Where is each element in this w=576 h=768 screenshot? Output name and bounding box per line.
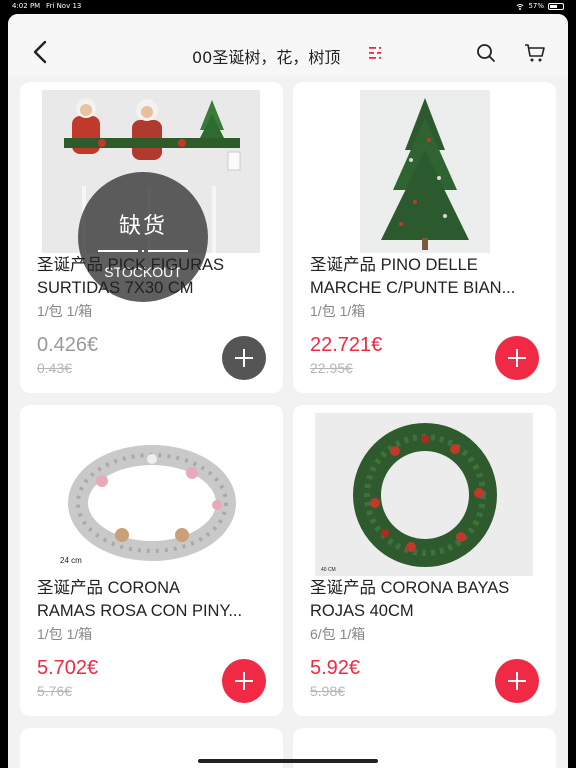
add-to-cart-button[interactable] [495, 659, 539, 703]
status-right: 57% [515, 0, 564, 12]
chevron-left-icon [33, 40, 47, 64]
product-sheet: 00圣诞树，花，树顶 缺货 STOCKOUT 圣诞产品 PICK FIGURAS… [8, 14, 568, 768]
product-card[interactable]: 24 cm 圣诞产品 CORONA RAMAS ROSA CON PINY...… [20, 405, 283, 716]
product-title: 圣诞产品 PICK FIGURAS SURTIDAS 7X30 CM [37, 256, 225, 297]
battery-percent: 57% [528, 2, 544, 10]
product-card[interactable]: 40 CM 圣诞产品 CORONA BAYAS ROJAS 40CM 6/包 1… [293, 405, 556, 716]
product-card[interactable]: 圣诞产品 PINO DELLE MARCHE C/PUNTE BIAN... 1… [293, 82, 556, 393]
product-title: 圣诞产品 CORONA RAMAS ROSA CON PINY... [37, 579, 243, 620]
product-title: 圣诞产品 CORONA BAYAS ROJAS 40CM [310, 579, 510, 620]
product-price: 5.92€ [310, 657, 361, 679]
product-old-price: 22.95€ [310, 360, 353, 376]
status-time: 4:02 PM [12, 2, 41, 10]
category-menu-button[interactable] [368, 45, 384, 61]
search-icon [477, 44, 495, 62]
product-image: 24 cm [42, 413, 260, 576]
add-to-cart-button[interactable] [222, 659, 266, 703]
add-to-cart-button[interactable] [222, 336, 266, 380]
status-date: Fri Nov 13 [46, 2, 82, 10]
home-indicator [198, 759, 378, 763]
cart-icon [525, 44, 545, 62]
product-image: 40 CM [315, 413, 533, 576]
search-button[interactable] [476, 43, 496, 63]
cart-button[interactable] [524, 43, 546, 63]
status-bar: 4:02 PM Fri Nov 13 57% [0, 0, 576, 12]
page-title: 00圣诞树，花，树顶 [192, 48, 341, 67]
product-title: 圣诞产品 PINO DELLE MARCHE C/PUNTE BIAN... [310, 256, 516, 297]
product-pack: 6/包 1/箱 [310, 626, 366, 642]
back-button[interactable] [30, 38, 50, 66]
product-pack: 1/包 1/箱 [310, 303, 366, 319]
battery-icon [548, 2, 564, 10]
product-old-price: 5.98€ [310, 683, 346, 699]
stockout-label-cn: 缺货 [118, 214, 167, 239]
product-pack: 1/包 1/箱 [37, 303, 93, 319]
add-to-cart-button[interactable] [495, 336, 539, 380]
product-image [315, 90, 533, 253]
product-price: 5.702€ [37, 657, 99, 679]
product-old-price: 5.76€ [37, 683, 73, 699]
image-caption: 24 cm [60, 556, 82, 565]
product-grid: 缺货 STOCKOUT 圣诞产品 PICK FIGURAS SURTIDAS 7… [8, 76, 568, 768]
product-old-price: 0.43€ [37, 360, 73, 376]
device-screen: 4:02 PM Fri Nov 13 57% 00圣诞树，花，树顶 缺货 STO… [0, 0, 576, 768]
wifi-icon [515, 3, 525, 10]
product-card[interactable]: 缺货 STOCKOUT 圣诞产品 PICK FIGURAS SURTIDAS 7… [20, 82, 283, 393]
product-price: 0.426€ [37, 334, 99, 356]
product-price: 22.721€ [310, 334, 383, 356]
navigation-bar: 00圣诞树，花，树顶 [8, 14, 568, 76]
list-icon [369, 47, 381, 59]
product-pack: 1/包 1/箱 [37, 626, 93, 642]
image-caption: 40 CM [321, 567, 336, 573]
